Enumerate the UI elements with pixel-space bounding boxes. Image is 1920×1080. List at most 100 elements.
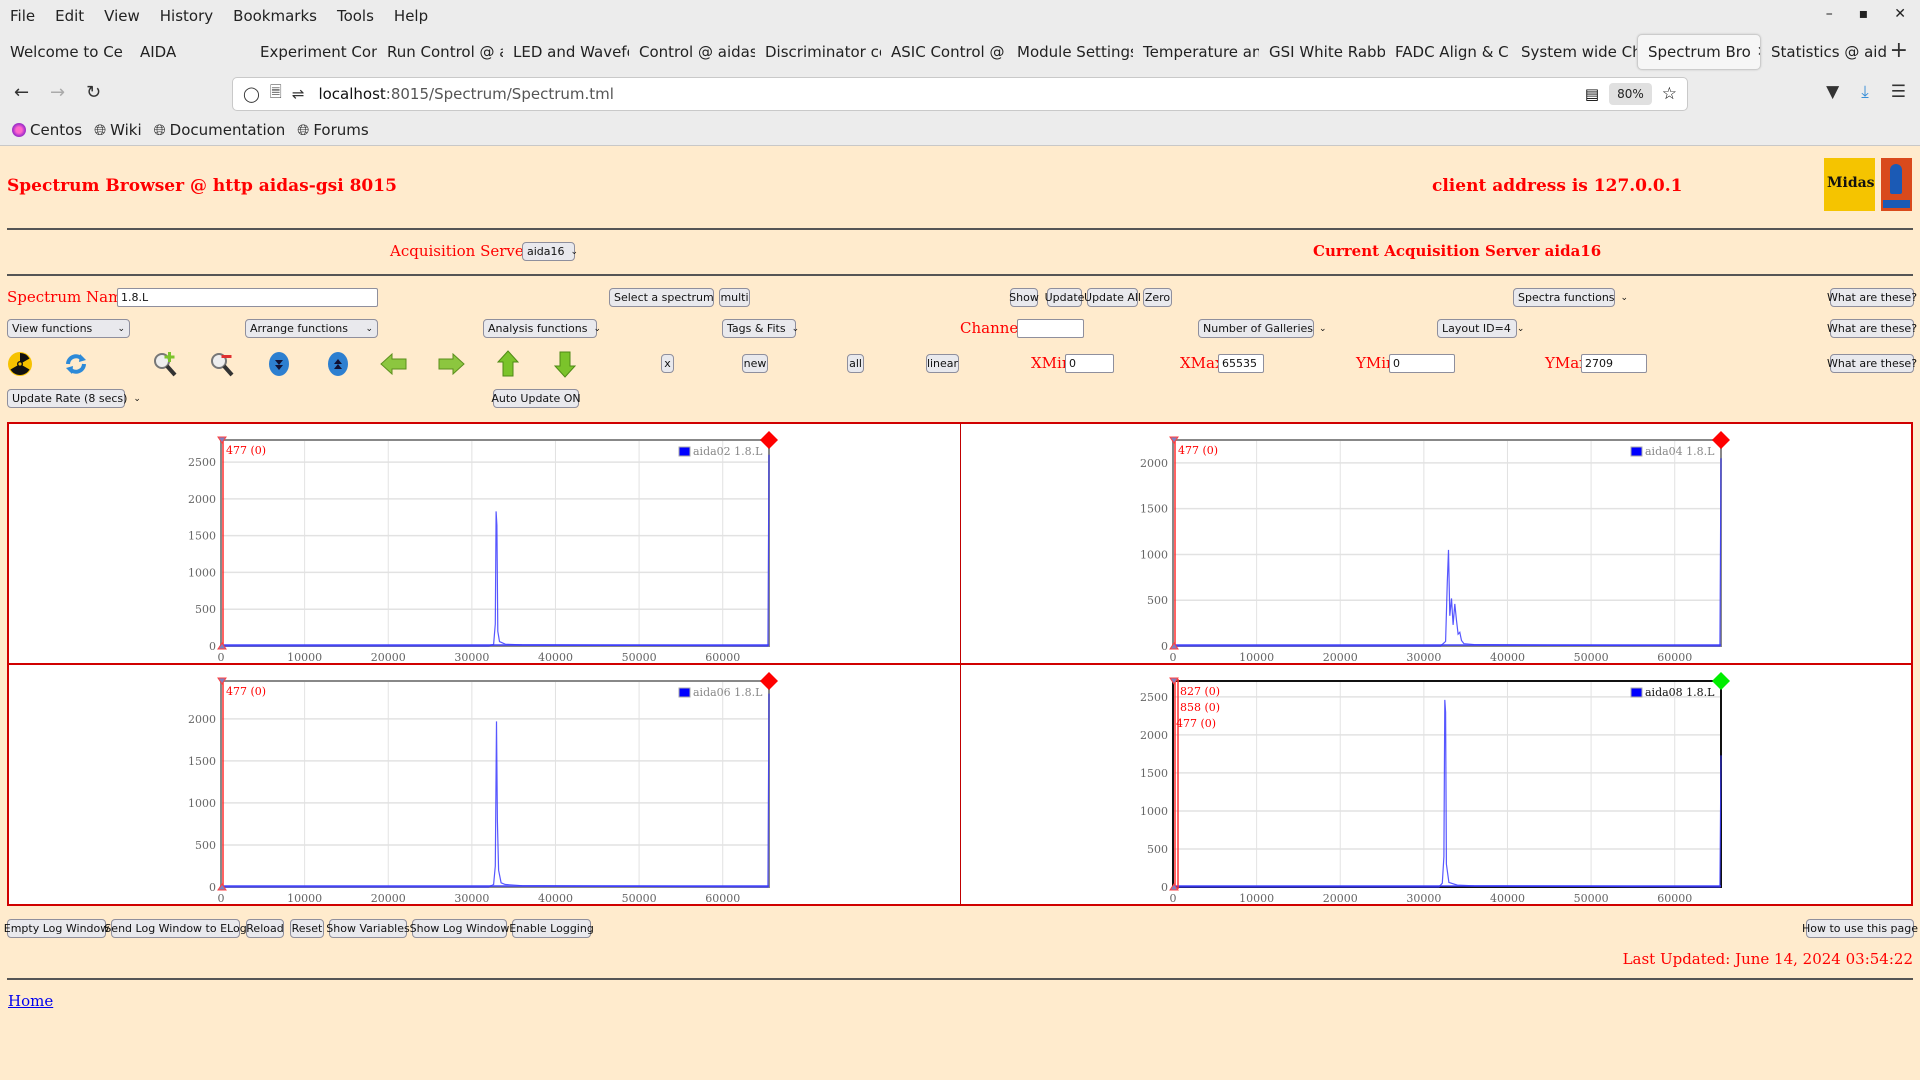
radiation-icon[interactable] [6,350,34,378]
bookmark-forums[interactable]: 🌐︎ Forums [297,121,368,139]
menu-bookmarks[interactable]: Bookmarks [233,7,317,25]
bookmark-documentation[interactable]: 🌐︎ Documentation [154,121,286,139]
menu-edit[interactable]: Edit [55,7,84,25]
spectrum-name-input[interactable]: 1.8.L [117,288,378,307]
spectrum-panel-aida04[interactable]: 0 10000 20000 30000 40000 50000 60000 0 500 1000 1… [961,424,1913,665]
expand-up-icon[interactable] [324,350,352,378]
shield-icon[interactable]: ◯ [243,85,260,103]
reload-icon[interactable]: ↻ [86,82,101,103]
reset-button[interactable]: Reset [290,919,324,938]
downloads-icon[interactable]: ⤓ [1861,82,1869,102]
arrow-left-icon[interactable] [380,350,408,378]
spectra-functions-dropdown[interactable]: Spectra functions ⌄ [1513,288,1628,307]
ymax-input[interactable]: 2709 [1581,354,1647,373]
tab-discriminator[interactable]: Discriminator co [755,34,881,70]
permissions-icon[interactable]: ⇌ [292,85,305,103]
tab-white-rabbit[interactable]: GSI White Rabbi [1259,34,1385,70]
current-acq-server: Current Acquisition Server aida16 [1313,242,1602,260]
show-log-window-button[interactable]: Show Log Window [410,919,509,938]
tab-control[interactable]: Control @ aidas [629,34,755,70]
enable-logging-button[interactable]: Enable Logging [509,919,594,938]
tab-module-settings[interactable]: Module Settings [1007,34,1133,70]
expand-down-icon[interactable] [265,350,293,378]
zoom-out-icon[interactable] [208,350,236,378]
what-are-these-button-2[interactable]: What are these? [1827,319,1917,338]
spectrum-panel-aida06[interactable]: 0 10000 20000 30000 40000 50000 60000 0 500 1000 1… [9,665,961,906]
ymin-input[interactable]: 0 [1389,354,1455,373]
linear-button[interactable]: linear [926,354,959,373]
what-are-these-button-1[interactable]: What are these? [1827,288,1917,307]
maximize-icon[interactable]: ▪ [1859,6,1869,22]
show-button[interactable]: Show [1009,288,1039,307]
bookmark-wiki[interactable]: 🌐︎ Wiki [94,121,142,139]
arrow-down-icon[interactable] [551,350,579,378]
tab-led-waveform[interactable]: LED and Wavefo [503,34,629,70]
zoom-level[interactable]: 80% [1609,83,1652,105]
zoom-in-icon[interactable] [151,350,179,378]
forward-icon[interactable]: → [50,82,65,103]
what-are-these-button-3[interactable]: What are these? [1827,354,1917,373]
tab-system-wide[interactable]: System wide Ch [1511,34,1637,70]
refresh-icon[interactable] [62,350,90,378]
app-menu-icon[interactable]: ☰ [1891,82,1906,102]
new-button[interactable]: new [742,354,768,373]
channel-input[interactable] [1017,319,1084,338]
acq-server-select[interactable]: aida16 ⌄ [522,242,578,261]
arrow-up-icon[interactable] [494,350,522,378]
update-all-button[interactable]: Update All [1084,288,1141,307]
menu-tools[interactable]: Tools [337,7,374,25]
number-of-galleries-dropdown[interactable]: Number of Galleries ⌄ [1198,319,1327,338]
bookmark-centos[interactable]: Centos [12,121,82,139]
bookmark-star-icon[interactable]: ☆ [1662,84,1677,104]
multi-button[interactable]: multi [719,288,750,307]
minimize-icon[interactable]: – [1826,6,1833,22]
arrow-right-icon[interactable] [437,350,465,378]
menu-view[interactable]: View [104,7,140,25]
reader-view-icon[interactable]: ▤ [1585,85,1599,103]
x-button[interactable]: x [661,354,674,373]
tab-asic-control[interactable]: ASIC Control @ [881,34,1007,70]
update-button[interactable]: Update [1045,288,1084,307]
menu-history[interactable]: History [160,7,213,25]
show-variables-button[interactable]: Show Variables [326,919,410,938]
new-tab-icon[interactable]: + [1890,38,1908,63]
how-to-use-button[interactable]: How to use this page [1802,919,1918,938]
arrange-functions-dropdown[interactable]: Arrange functions ⌄ [245,319,378,338]
back-icon[interactable]: ← [14,82,29,103]
reload-button[interactable]: Reload [246,919,284,938]
tab-experiment-control[interactable]: Experiment Con [250,34,377,70]
menu-file[interactable]: File [10,7,35,25]
tab-fadc-align[interactable]: FADC Align & C [1385,34,1511,70]
tab-welcome[interactable]: Welcome to Ce [0,34,130,70]
close-window-icon[interactable]: ✕ [1894,6,1906,22]
home-link[interactable]: Home [8,992,53,1010]
legend-swatch [1630,687,1643,698]
select-spectrum-dropdown[interactable]: Select a spectrum⌄ [609,288,727,307]
spectrum-panel-aida08[interactable]: 0 10000 20000 30000 40000 50000 60000 0 500 1000 1… [961,665,1913,906]
pocket-icon[interactable]: ▼ [1826,82,1839,102]
menu-help[interactable]: Help [394,7,428,25]
analysis-functions-dropdown[interactable]: Analysis functions ⌄ [483,319,601,338]
auto-update-button[interactable]: Auto Update ON [491,389,581,408]
spectrum-line [221,693,770,888]
browser-chrome: File Edit View History Bookmarks Tools H… [0,0,1920,146]
layout-id-dropdown[interactable]: Layout ID=4 ⌄ [1437,319,1524,338]
tags-fits-dropdown[interactable]: Tags & Fits ⌄ [722,319,799,338]
xmin-input[interactable]: 0 [1065,354,1114,373]
all-button[interactable]: all [847,354,864,373]
url-bar[interactable]: ◯ 🗏 ⇌ localhost:8015/Spectrum/Spectrum.t… [232,77,1688,111]
update-rate-dropdown[interactable]: Update Rate (8 secs) ⌄ [7,389,141,408]
tab-statistics[interactable]: Statistics @ aida [1761,34,1887,70]
tab-spectrum-browser[interactable]: Spectrum Bro✕ [1637,34,1761,70]
tab-aida[interactable]: AIDA [130,34,250,70]
tab-temperature[interactable]: Temperature an [1133,34,1259,70]
chevron-down-icon: ⌄ [593,323,602,334]
xmax-input[interactable]: 65535 [1218,354,1264,373]
send-log-to-elog-button[interactable]: Send Log Window to ELog [104,919,247,938]
tab-run-control[interactable]: Run Control @ a [377,34,503,70]
view-functions-dropdown[interactable]: View functions ⌄ [7,319,130,338]
empty-log-window-button[interactable]: Empty Log Window [4,919,109,938]
url-text[interactable]: localhost:8015/Spectrum/Spectrum.tml [318,85,613,103]
zero-button[interactable]: Zero [1143,288,1172,307]
spectrum-panel-aida02[interactable]: 0 10000 20000 30000 40000 50000 60000 0 500 1000 1… [9,424,961,665]
